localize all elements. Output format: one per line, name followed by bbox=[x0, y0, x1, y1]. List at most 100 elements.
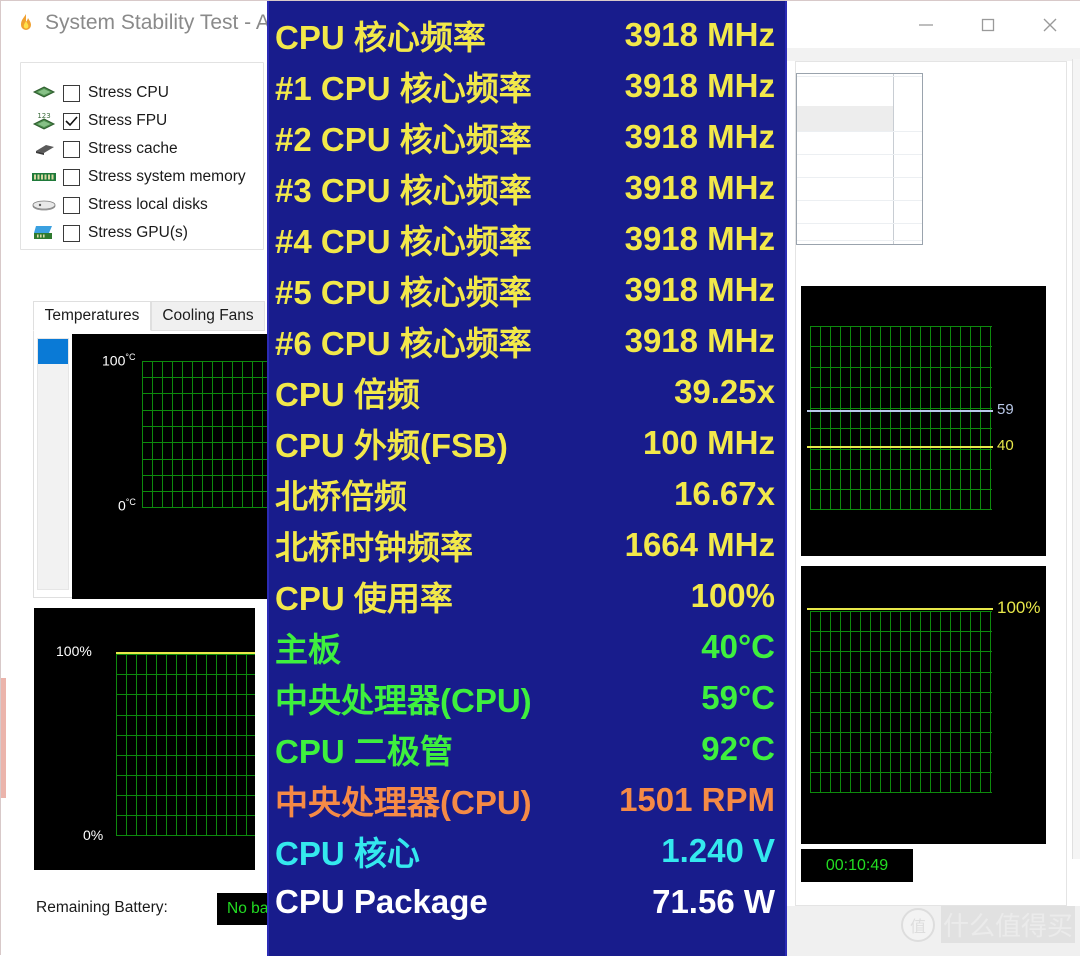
readout-value: 3918 MHz bbox=[624, 270, 775, 308]
readout-row: #6 CPU 核心频率 3918 MHz bbox=[269, 315, 785, 366]
chart-temp-left-ylabel-bottom: 0°C bbox=[118, 497, 136, 514]
tab-cooling-fans[interactable]: Cooling Fans bbox=[151, 301, 265, 331]
readout-row: #4 CPU 核心频率 3918 MHz bbox=[269, 213, 785, 264]
sensor-list[interactable] bbox=[796, 73, 923, 245]
chart-temperatures-right: 59 40 bbox=[801, 286, 1046, 556]
readout-value: 39.25x bbox=[674, 372, 775, 410]
stress-cpu-label: Stress CPU bbox=[88, 84, 169, 101]
stress-system-memory-checkbox[interactable] bbox=[63, 168, 80, 186]
list-row-selected[interactable] bbox=[797, 106, 893, 131]
stress-option-row[interactable]: Stress local disks bbox=[21, 191, 208, 219]
tab-strip: Temperatures Cooling Fans bbox=[33, 301, 267, 331]
readout-row: #2 CPU 核心频率 3918 MHz bbox=[269, 111, 785, 162]
readout-label: #4 CPU 核心频率 bbox=[275, 222, 532, 260]
stress-option-row[interactable]: Stress GPU(s) bbox=[21, 219, 188, 247]
readout-label: 中央处理器(CPU) bbox=[275, 783, 532, 821]
screenshot-root: System Stability Test - AID Stress CPU 1… bbox=[0, 0, 1080, 956]
readout-label: 中央处理器(CPU) bbox=[275, 681, 532, 719]
stress-system-memory-label: Stress system memory bbox=[88, 168, 246, 185]
readout-label: CPU 核心频率 bbox=[275, 18, 486, 56]
readout-value: 92°C bbox=[701, 729, 775, 767]
readout-value: 100 MHz bbox=[642, 423, 775, 461]
readout-label: CPU 倍频 bbox=[275, 375, 420, 413]
readout-value: 3918 MHz bbox=[624, 15, 775, 53]
tab-cooling-fans-label: Cooling Fans bbox=[162, 307, 254, 324]
readout-row: #1 CPU 核心频率 3918 MHz bbox=[269, 60, 785, 111]
readout-value: 3918 MHz bbox=[624, 219, 775, 257]
close-button[interactable] bbox=[1019, 1, 1080, 48]
cache-chip-icon bbox=[31, 138, 57, 160]
chart-cpu-usage-left: 100% 0% bbox=[34, 608, 255, 870]
chart-grid bbox=[142, 361, 267, 508]
flame-icon bbox=[15, 13, 37, 35]
minimize-button[interactable] bbox=[895, 1, 957, 48]
window-title: System Stability Test - AID bbox=[45, 11, 291, 34]
readout-label: CPU 外频(FSB) bbox=[275, 426, 508, 464]
tab-temperatures[interactable]: Temperatures bbox=[33, 301, 151, 331]
stress-gpus-checkbox[interactable] bbox=[63, 224, 80, 242]
watermark-badge-icon: 值 bbox=[901, 907, 935, 942]
stress-fpu-label: Stress FPU bbox=[88, 112, 168, 129]
series-cpu-usage-label: 100% bbox=[997, 598, 1041, 617]
readout-row: #3 CPU 核心频率 3918 MHz bbox=[269, 162, 785, 213]
chart-cpu-left-ylabel-bottom: 0% bbox=[83, 827, 104, 843]
readout-value: 100% bbox=[690, 576, 775, 614]
right-pane-header-strip bbox=[787, 48, 1080, 61]
chart-grid bbox=[810, 326, 992, 510]
aida64-stability-window: System Stability Test - AID Stress CPU 1… bbox=[0, 0, 1080, 956]
stress-local-disks-checkbox[interactable] bbox=[63, 196, 80, 214]
elapsed-timer: 00:10:49 bbox=[801, 849, 913, 882]
readout-label: CPU 二极管 bbox=[275, 732, 453, 770]
readout-row: CPU 核心 1.240 V bbox=[269, 825, 785, 876]
readout-label: CPU 核心 bbox=[275, 834, 420, 872]
background-window-sliver bbox=[1, 678, 6, 798]
sensor-list-scrollbar[interactable] bbox=[37, 338, 69, 590]
stress-option-row[interactable]: Stress cache bbox=[21, 135, 178, 163]
readout-row: 北桥倍频 16.67x bbox=[269, 468, 785, 519]
tab-temperatures-label: Temperatures bbox=[44, 307, 140, 324]
readout-label: #3 CPU 核心频率 bbox=[275, 171, 532, 209]
fpu-chip-icon: 123 bbox=[31, 110, 57, 132]
list-column-divider bbox=[893, 74, 894, 244]
readout-value: 3918 MHz bbox=[624, 168, 775, 206]
readout-value: 3918 MHz bbox=[624, 117, 775, 155]
readout-value: 1664 MHz bbox=[624, 525, 775, 563]
left-pane: Stress CPU 123 Stress FPU Stress cache S… bbox=[1, 48, 267, 956]
series-motherboard-temperature bbox=[807, 446, 993, 448]
readout-value: 3918 MHz bbox=[624, 66, 775, 104]
readout-label: CPU Package bbox=[275, 882, 488, 920]
readout-value: 1501 RPM bbox=[619, 780, 775, 818]
maximize-button[interactable] bbox=[957, 1, 1019, 48]
readout-value: 1.240 V bbox=[661, 831, 775, 869]
stress-cpu-checkbox[interactable] bbox=[63, 84, 80, 102]
readout-label: 北桥时钟频率 bbox=[275, 528, 473, 566]
scrollbar-thumb[interactable] bbox=[38, 339, 68, 364]
readout-label: CPU 使用率 bbox=[275, 579, 453, 617]
stress-gpus-label: Stress GPU(s) bbox=[88, 224, 188, 241]
readout-row: CPU 使用率 100% bbox=[269, 570, 785, 621]
stress-cache-checkbox[interactable] bbox=[63, 140, 80, 158]
readout-value: 3918 MHz bbox=[624, 321, 775, 359]
stress-fpu-checkbox[interactable] bbox=[63, 112, 80, 130]
stress-option-row[interactable]: 123 Stress FPU bbox=[21, 107, 167, 135]
cpu-chip-icon bbox=[31, 82, 57, 104]
stress-option-row[interactable]: Stress CPU bbox=[21, 79, 169, 107]
readout-row: CPU 外频(FSB) 100 MHz bbox=[269, 417, 785, 468]
readout-value: 71.56 W bbox=[652, 882, 775, 920]
series-cpu-temperature-label: 59 bbox=[997, 401, 1014, 418]
stress-option-row[interactable]: Stress system memory bbox=[21, 163, 246, 191]
right-pane-scrollbar[interactable] bbox=[1072, 59, 1080, 859]
chart-temperatures-left: 100°C 0°C bbox=[72, 334, 267, 599]
memory-module-icon bbox=[31, 166, 57, 188]
readout-row: CPU Package 71.56 W bbox=[269, 876, 785, 927]
readout-row: 中央处理器(CPU) 1501 RPM bbox=[269, 774, 785, 825]
series-cpu-usage bbox=[116, 652, 255, 654]
readout-label: 主板 bbox=[275, 630, 341, 668]
chart-cpu-left-ylabel-top: 100% bbox=[56, 643, 92, 659]
battery-label: Remaining Battery: bbox=[36, 899, 168, 916]
readout-label: #5 CPU 核心频率 bbox=[275, 273, 532, 311]
readout-label: 北桥倍频 bbox=[275, 477, 407, 515]
chart-temp-left-ylabel-top: 100°C bbox=[102, 352, 136, 369]
readout-row: 北桥时钟频率 1664 MHz bbox=[269, 519, 785, 570]
chart-cpu-usage-right: 100% bbox=[801, 566, 1046, 844]
